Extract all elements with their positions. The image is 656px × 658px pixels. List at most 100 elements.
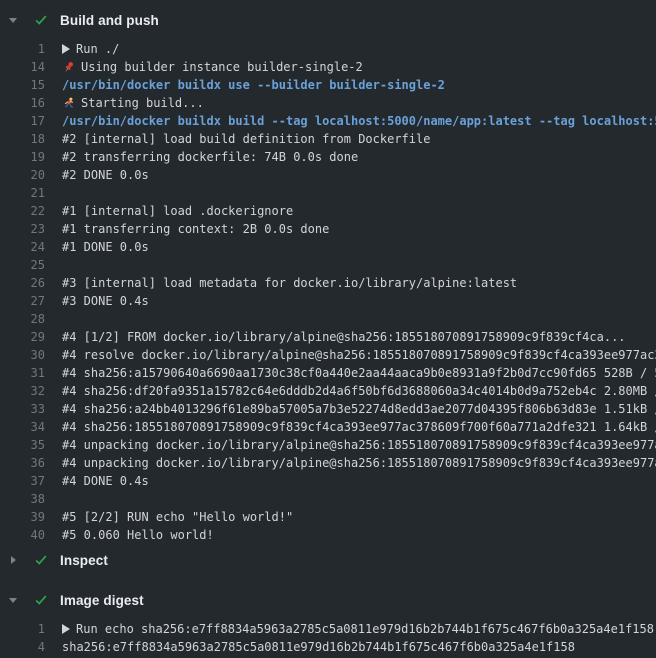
line-content: #4 sha256:185518070891758909c9f839cf4ca3… (62, 420, 656, 434)
chevron-down-icon (8, 15, 34, 25)
line-number[interactable]: 40 (0, 528, 45, 542)
line-number[interactable]: 16 (0, 96, 45, 110)
log-line: 18 #2 [internal] load build definition fr… (0, 130, 656, 148)
line-text: #4 unpacking docker.io/library/alpine@sh… (62, 456, 656, 470)
log-line: 30 #4 resolve docker.io/library/alpine@sh… (0, 346, 656, 364)
step-title: Inspect (60, 553, 108, 568)
line-content: #1 transferring context: 2B 0.0s done (62, 222, 329, 236)
log-line: 34 #4 sha256:185518070891758909c9f839cf4c… (0, 418, 656, 436)
line-number[interactable]: 24 (0, 240, 45, 254)
line-content: #3 DONE 0.4s (62, 294, 149, 308)
line-text: Run echo sha256:e7ff8834a5963a2785c5a081… (76, 622, 654, 636)
line-text: #3 [internal] load metadata for docker.i… (62, 276, 517, 290)
check-icon (34, 553, 53, 567)
line-content: sha256:e7ff8834a5963a2785c5a0811e979d16b… (62, 640, 575, 654)
line-number[interactable]: 37 (0, 474, 45, 488)
line-content: #4 unpacking docker.io/library/alpine@sh… (62, 456, 656, 470)
line-number[interactable]: 1 (0, 42, 45, 56)
log-line: 25 (0, 256, 656, 274)
line-number[interactable]: 34 (0, 420, 45, 434)
line-content: #1 [internal] load .dockerignore (62, 204, 293, 218)
log-line: 35 #4 unpacking docker.io/library/alpine@… (0, 436, 656, 454)
line-content: #4 sha256:df20fa9351a15782c64e6dddb2d4a6… (62, 384, 656, 398)
line-number[interactable]: 39 (0, 510, 45, 524)
log-group-line[interactable]: 1 Run ./ (0, 40, 656, 58)
log-line: 39 #5 [2/2] RUN echo "Hello world!" (0, 508, 656, 526)
line-text: #4 sha256:df20fa9351a15782c64e6dddb2d4a6… (62, 384, 656, 398)
line-number[interactable]: 19 (0, 150, 45, 164)
line-number[interactable]: 36 (0, 456, 45, 470)
line-content: #4 sha256:a15790640a6690aa1730c38cf0a440… (62, 366, 656, 380)
log-line: 36 #4 unpacking docker.io/library/alpine@… (0, 454, 656, 472)
line-number[interactable]: 29 (0, 330, 45, 344)
line-number[interactable]: 38 (0, 492, 45, 506)
line-text: /usr/bin/docker buildx use --builder bui… (62, 78, 445, 92)
line-text: #4 [1/2] FROM docker.io/library/alpine@s… (62, 330, 626, 344)
log-group-line[interactable]: 1 Run echo sha256:e7ff8834a5963a2785c5a08… (0, 620, 656, 638)
line-text: #5 0.060 Hello world! (62, 528, 214, 542)
log-line: 14 Using builder instance builder-single-… (0, 58, 656, 76)
chevron-right-icon (8, 555, 34, 565)
line-text: #3 DONE 0.4s (62, 294, 149, 308)
runner-icon (62, 97, 75, 110)
log-line: 37 #4 DONE 0.4s (0, 472, 656, 490)
line-content: Using builder instance builder-single-2 (62, 60, 363, 74)
line-number[interactable]: 14 (0, 60, 45, 74)
log-line: 20#2 DONE 0.0s (0, 166, 656, 184)
line-number[interactable]: 17 (0, 114, 45, 128)
log-line: 32 #4 sha256:df20fa9351a15782c64e6dddb2d4… (0, 382, 656, 400)
line-content: /usr/bin/docker buildx use --builder bui… (62, 78, 445, 92)
line-number[interactable]: 18 (0, 132, 45, 146)
line-content: /usr/bin/docker buildx build --tag local… (62, 114, 656, 128)
line-number[interactable]: 1 (0, 622, 45, 636)
line-number[interactable]: 20 (0, 168, 45, 182)
step-log-image-digest: 1 Run echo sha256:e7ff8834a5963a2785c5a08… (0, 620, 656, 656)
line-number[interactable]: 4 (0, 640, 45, 654)
line-text: Starting build... (81, 96, 204, 110)
line-text: #4 sha256:185518070891758909c9f839cf4ca3… (62, 420, 656, 434)
line-text: #4 unpacking docker.io/library/alpine@sh… (62, 438, 656, 452)
step-log-build-and-push: 1 Run ./ 14 Using builder instance builder-… (0, 40, 656, 544)
line-number[interactable]: 26 (0, 276, 45, 290)
line-text: sha256:e7ff8834a5963a2785c5a0811e979d16b… (62, 640, 575, 654)
line-text: #4 sha256:a24bb4013296f61e89ba57005a7b3e… (62, 402, 656, 416)
line-number[interactable]: 28 (0, 312, 45, 326)
play-icon (62, 624, 70, 634)
line-number[interactable]: 22 (0, 204, 45, 218)
line-number[interactable]: 27 (0, 294, 45, 308)
log-line: 31 #4 sha256:a15790640a6690aa1730c38cf0a4… (0, 364, 656, 382)
step-header-image-digest[interactable]: Image digest (0, 588, 656, 612)
line-content: #4 DONE 0.4s (62, 474, 149, 488)
line-number[interactable]: 21 (0, 186, 45, 200)
line-text: #2 transferring dockerfile: 74B 0.0s don… (62, 150, 358, 164)
line-number[interactable]: 30 (0, 348, 45, 362)
step-header-inspect[interactable]: Inspect (0, 548, 656, 572)
step-title: Image digest (60, 593, 144, 608)
line-number[interactable]: 31 (0, 366, 45, 380)
check-icon (34, 593, 53, 607)
line-number[interactable]: 15 (0, 78, 45, 92)
line-text: #4 sha256:a15790640a6690aa1730c38cf0a440… (62, 366, 656, 380)
line-number[interactable]: 32 (0, 384, 45, 398)
log-line: 4 sha256:e7ff8834a5963a2785c5a0811e979d16… (0, 638, 656, 656)
line-content: Run echo sha256:e7ff8834a5963a2785c5a081… (62, 622, 654, 636)
log-line: 38 (0, 490, 656, 508)
line-content: #4 [1/2] FROM docker.io/library/alpine@s… (62, 330, 626, 344)
log-line: 29 #4 [1/2] FROM docker.io/library/alpine… (0, 328, 656, 346)
line-text: #4 resolve docker.io/library/alpine@sha2… (62, 348, 656, 362)
line-content: #2 [internal] load build definition from… (62, 132, 430, 146)
line-number[interactable]: 25 (0, 258, 45, 272)
log-line: 22 #1 [internal] load .dockerignore (0, 202, 656, 220)
line-number[interactable]: 35 (0, 438, 45, 452)
step-header-build-and-push[interactable]: Build and push (0, 8, 656, 32)
log-line: 17/usr/bin/docker buildx build --tag loc… (0, 112, 656, 130)
line-number[interactable]: 23 (0, 222, 45, 236)
line-content: Starting build... (62, 96, 204, 110)
line-content: Run ./ (62, 42, 119, 56)
chevron-down-icon (8, 595, 34, 605)
line-text: #1 DONE 0.0s (62, 240, 149, 254)
line-number[interactable]: 33 (0, 402, 45, 416)
line-text: #5 [2/2] RUN echo "Hello world!" (62, 510, 293, 524)
line-content: #3 [internal] load metadata for docker.i… (62, 276, 517, 290)
log-line: 40 #5 0.060 Hello world! (0, 526, 656, 544)
